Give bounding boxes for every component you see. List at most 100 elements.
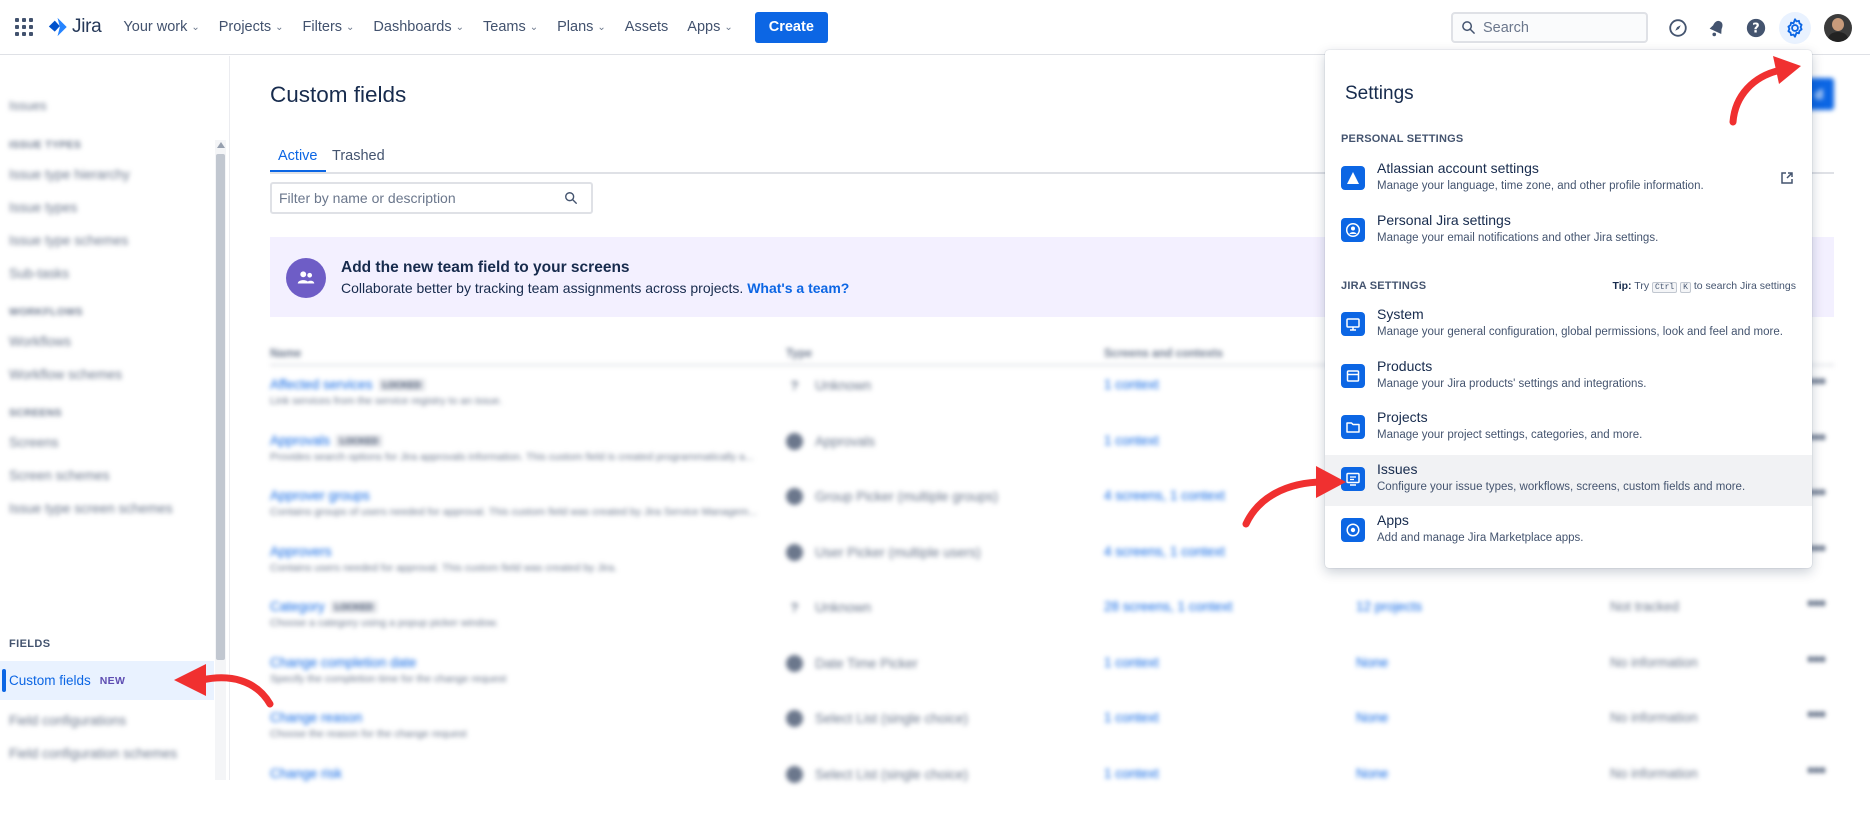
field-type-label: Date Time Picker: [815, 655, 918, 671]
filter-input[interactable]: [279, 190, 564, 206]
projects-link[interactable]: None: [1356, 655, 1388, 670]
field-name-link[interactable]: Category LOCKED: [270, 599, 377, 614]
settings-item-atlassian-account-settings[interactable]: Atlassian account settings Manage your la…: [1325, 154, 1812, 205]
settings-item-apps[interactable]: Apps Add and manage Jira Marketplace apps…: [1325, 506, 1812, 557]
sidebar-item-issue-type-schemes[interactable]: Issue type schemes: [9, 233, 128, 248]
nav-item-dashboards[interactable]: Dashboards ⌄: [373, 19, 464, 35]
nav-item-label: Filters: [302, 19, 343, 35]
sidebar-group-issue-types: ISSUE TYPES: [9, 139, 82, 151]
screens-contexts-link[interactable]: 1 context: [1104, 766, 1159, 781]
banner-description: Collaborate better by tracking team assi…: [341, 280, 849, 296]
sidebar-group-fields: FIELDS: [9, 638, 51, 650]
field-name-link[interactable]: Change completion date: [270, 655, 416, 670]
search-field[interactable]: [1451, 12, 1648, 43]
field-name-link[interactable]: Approvals LOCKED: [270, 433, 383, 448]
nav-item-plans[interactable]: Plans ⌄: [557, 19, 606, 35]
nav-item-label: Dashboards: [373, 19, 452, 35]
settings-item-description: Manage your language, time zone, and oth…: [1377, 180, 1704, 192]
screens-contexts-link[interactable]: 1 context: [1104, 710, 1159, 725]
last-used: No information: [1610, 654, 1698, 670]
sidebar-item-workflows[interactable]: Workflows: [9, 334, 71, 349]
create-button[interactable]: Create: [754, 11, 828, 43]
field-type-label: Unknown: [815, 600, 872, 615]
nav-item-filters[interactable]: Filters ⌄: [303, 19, 355, 35]
column-header-screens[interactable]: Screens and contexts: [1104, 348, 1223, 360]
external-link-icon: [1780, 171, 1794, 185]
projects-link[interactable]: None: [1356, 766, 1388, 781]
annotation-arrow-custom-fields: [174, 664, 274, 708]
field-type: Select List (single choice): [786, 710, 968, 727]
field-name-link[interactable]: Affected services LOCKED: [270, 377, 425, 392]
top-navigation: Jira Your work ⌄ Projects ⌄ Filters ⌄ Dashboar…: [0, 0, 1870, 55]
settings-item-title: Issues: [1377, 460, 1418, 477]
field-name-link[interactable]: Change reason: [270, 710, 362, 725]
more-actions-icon[interactable]: •••: [1807, 760, 1826, 783]
sidebar-item-field-configuration-schemes[interactable]: Field configuration schemes: [9, 746, 177, 761]
screens-contexts-link[interactable]: 4 screens, 1 context: [1104, 488, 1225, 503]
nav-item-apps[interactable]: Apps ⌄: [687, 19, 732, 35]
settings-gear-icon[interactable]: [1779, 11, 1811, 44]
jira-logo[interactable]: Jira: [47, 16, 102, 38]
settings-item-system[interactable]: System Manage your general configuration,…: [1325, 300, 1812, 351]
sidebar-item-issue-types[interactable]: Issue types: [9, 200, 77, 215]
tip-prefix: Tip:: [1612, 280, 1632, 292]
filter-field[interactable]: [270, 182, 593, 214]
sidebar-item-screen-schemes[interactable]: Screen schemes: [9, 468, 110, 483]
field-description: Contains groups of users needed for appr…: [270, 506, 758, 518]
nav-item-projects[interactable]: Projects ⌄: [219, 19, 284, 35]
field-name-link[interactable]: Approver groups: [270, 488, 370, 503]
screens-contexts-link[interactable]: 4 screens, 1 context: [1104, 544, 1225, 559]
settings-item-products[interactable]: Products Manage your Jira products' setti…: [1325, 352, 1812, 403]
column-header-name[interactable]: Name: [270, 348, 301, 360]
whats-a-team-link[interactable]: What's a team?: [747, 280, 849, 296]
sidebar-item-screens[interactable]: Screens: [9, 435, 59, 450]
field-type-label: Select List (single choice): [815, 711, 969, 726]
nav-item-assets[interactable]: Assets: [625, 19, 669, 35]
sidebar-item-issue-type-hierarchy[interactable]: Issue type hierarchy: [9, 167, 130, 182]
settings-item-personal-jira-settings[interactable]: Personal Jira settings Manage your email …: [1325, 206, 1812, 257]
help-icon[interactable]: ?: [1740, 12, 1772, 44]
screens-contexts-link[interactable]: 1 context: [1104, 377, 1159, 392]
last-used: No information: [1610, 710, 1698, 725]
field-name: Affected services: [270, 377, 373, 392]
nav-item-teams[interactable]: Teams ⌄: [483, 19, 538, 35]
notifications-icon[interactable]: [1701, 12, 1733, 44]
field-name: Change risk: [270, 765, 343, 781]
field-name-link[interactable]: Change risk: [270, 766, 342, 781]
chevron-down-icon: ⌄: [455, 21, 464, 33]
team-icon: [286, 258, 326, 298]
more-actions-icon[interactable]: •••: [1807, 704, 1826, 727]
screens-contexts-link[interactable]: 28 screens, 1 context: [1104, 599, 1232, 614]
more-actions-icon[interactable]: •••: [1807, 649, 1826, 672]
jira-logo-icon: [48, 17, 67, 37]
scroll-up-arrow-icon[interactable]: [217, 142, 225, 148]
settings-item-issues[interactable]: Issues Configure your issue types, workfl…: [1325, 454, 1812, 506]
svg-text:?: ?: [1752, 21, 1759, 36]
screens-contexts-link[interactable]: 1 context: [1104, 655, 1159, 670]
field-name-link[interactable]: Approvers: [270, 544, 332, 559]
user-avatar[interactable]: [1824, 13, 1852, 42]
projects-link[interactable]: 12 projects: [1356, 599, 1422, 614]
nav-item-your-work[interactable]: Your work ⌄: [123, 19, 199, 35]
scrollbar-thumb[interactable]: [216, 154, 225, 660]
whats-new-compass-icon[interactable]: [1662, 12, 1694, 44]
field-type-label: Approvals: [815, 433, 876, 449]
projects-link[interactable]: None: [1356, 710, 1388, 725]
sidebar-item-issue-type-screen-schemes[interactable]: Issue type screen schemes: [9, 501, 173, 516]
field-type: ? Unknown: [786, 377, 872, 394]
sidebar-item-sub-tasks[interactable]: Sub-tasks: [9, 266, 69, 281]
settings-item-title: System: [1377, 306, 1424, 322]
tab-active[interactable]: Active: [270, 148, 326, 172]
settings-item-projects[interactable]: Projects Manage your project settings, ca…: [1325, 403, 1812, 454]
settings-item-title: Apps: [1377, 512, 1409, 528]
more-actions-icon[interactable]: •••: [1807, 593, 1826, 616]
sidebar-item-field-configurations[interactable]: Field configurations: [9, 713, 126, 728]
sidebar-item-workflow-schemes[interactable]: Workflow schemes: [9, 367, 122, 382]
search-icon: [1462, 21, 1475, 34]
screens-contexts-link[interactable]: 1 context: [1104, 433, 1159, 448]
app-switcher-icon[interactable]: [13, 16, 35, 38]
settings-item-description: Manage your Jira products' settings and …: [1377, 377, 1647, 390]
search-input[interactable]: [1483, 19, 1633, 36]
tab-trashed[interactable]: Trashed: [332, 148, 385, 170]
monitor-icon: [1341, 312, 1365, 336]
